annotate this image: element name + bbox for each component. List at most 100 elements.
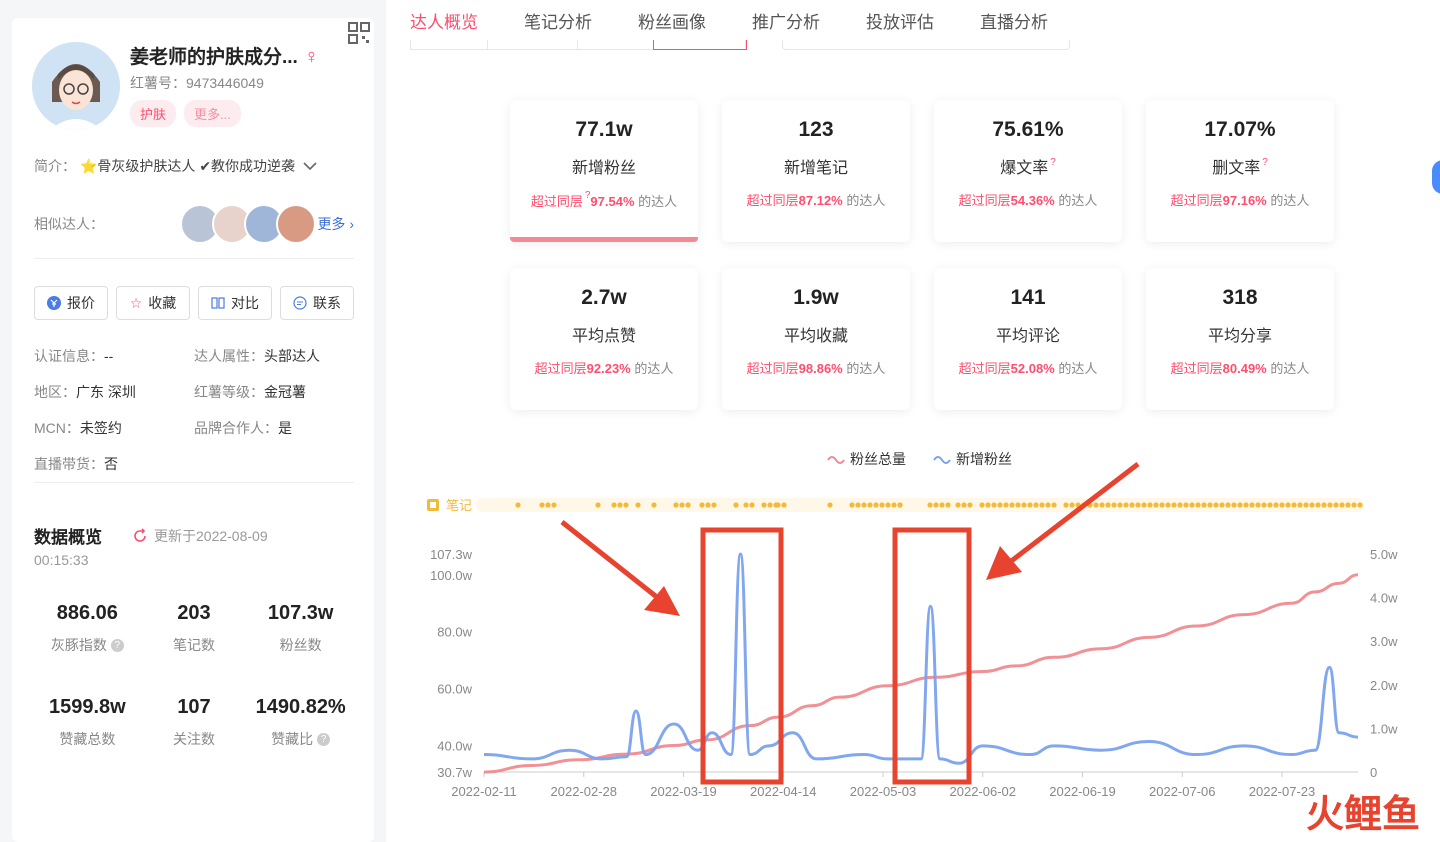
refresh-icon[interactable] <box>132 528 148 544</box>
chevron-down-icon[interactable] <box>299 159 321 173</box>
help-icon[interactable]: ? <box>317 733 331 746</box>
note-dot <box>1261 502 1267 508</box>
metric-card-delete-rate[interactable]: 17.07% 删文率? 超过同层97.16% 的达人 <box>1146 100 1334 242</box>
chat-icon <box>293 296 307 310</box>
note-dot <box>1123 502 1129 508</box>
note-dot <box>1117 502 1123 508</box>
profile-name: 姜老师的护肤成分... ♀ <box>130 46 319 68</box>
note-dot <box>1027 502 1033 508</box>
tag-more[interactable]: 更多... <box>184 100 241 127</box>
tab-live[interactable]: 直播分析 <box>980 8 1048 33</box>
help-icon[interactable]: ? <box>110 639 124 652</box>
legend-total-icon[interactable] <box>827 456 845 464</box>
note-dot <box>1333 502 1339 508</box>
note-dot <box>955 502 961 508</box>
metric-card-avg-comments[interactable]: 141 平均评论 超过同层52.08% 的达人 <box>934 268 1122 410</box>
note-dot <box>515 502 521 508</box>
period-selected[interactable] <box>653 40 747 50</box>
note-dot <box>897 502 903 508</box>
x-tick-label: 2022-03-19 <box>650 784 717 799</box>
x-tick-label: 2022-02-28 <box>551 784 618 799</box>
note-dot <box>1153 502 1159 508</box>
note-dot <box>617 502 623 508</box>
note-dot <box>1045 502 1051 508</box>
note-dot <box>1213 502 1219 508</box>
active-indicator <box>510 237 698 242</box>
note-dot <box>1039 502 1045 508</box>
notes-checkbox-mark <box>430 502 436 508</box>
note-dot <box>1093 502 1099 508</box>
compare-button[interactable]: 对比 <box>198 286 272 320</box>
note-dot <box>705 502 711 508</box>
help-icon[interactable]: ? <box>1050 157 1056 168</box>
notes-row: 笔记 <box>427 498 1364 513</box>
y-left-tick-label: 100.0w <box>430 568 473 583</box>
note-dot <box>551 502 557 508</box>
metric-card-new-notes[interactable]: 123 新增笔记 超过同层87.12% 的达人 <box>722 100 910 242</box>
note-dot <box>651 502 657 508</box>
note-dot <box>1309 502 1315 508</box>
note-dot <box>1225 502 1231 508</box>
legend-total-label[interactable]: 粉丝总量 <box>850 451 906 467</box>
note-dot <box>991 502 997 508</box>
stat-huitun-index: 886.06 灰豚指数? <box>34 602 141 655</box>
note-dot <box>867 502 873 508</box>
favorite-button[interactable]: ☆ 收藏 <box>116 286 190 320</box>
qrcode-icon[interactable] <box>348 22 370 44</box>
note-dot <box>1249 502 1255 508</box>
tab-overview[interactable]: 达人概览 <box>410 8 478 33</box>
arrow-line-1 <box>560 520 660 600</box>
side-float-button[interactable] <box>1432 160 1440 194</box>
note-dot <box>997 502 1003 508</box>
note-dot <box>1021 502 1027 508</box>
note-dot <box>1273 502 1279 508</box>
legend-new-icon[interactable] <box>933 456 951 464</box>
note-dot <box>711 502 717 508</box>
tag-skincare[interactable]: 护肤 <box>130 100 177 127</box>
metric-card-new-fans[interactable]: 77.1w 新增粉丝 超过同层 ?97.54% 的达人 <box>510 100 698 242</box>
metric-card-avg-collects[interactable]: 1.9w 平均收藏 超过同层98.86% 的达人 <box>722 268 910 410</box>
note-dot <box>1009 502 1015 508</box>
note-dot <box>679 502 685 508</box>
info-cert: 认证信息：-- <box>34 348 114 364</box>
avatar[interactable] <box>276 204 316 244</box>
note-dot <box>1195 502 1201 508</box>
date-range-picker[interactable] <box>782 40 1070 50</box>
period-selector[interactable] <box>410 40 747 50</box>
note-dot <box>1165 502 1171 508</box>
similar-avatars[interactable] <box>180 204 316 244</box>
tab-promotion[interactable]: 推广分析 <box>752 8 820 33</box>
y-right-tick-label: 0 <box>1370 765 1377 780</box>
note-dot <box>1207 502 1213 508</box>
updated-time: 00:15:33 <box>34 552 89 568</box>
note-dot <box>623 502 629 508</box>
stat-notes: 203 笔记数 <box>173 602 215 653</box>
note-dot <box>1015 502 1021 508</box>
help-icon[interactable]: ? <box>1262 157 1268 168</box>
stat-likes-total: 1599.8w 赞藏总数 <box>48 696 126 747</box>
fans-trend-chart[interactable]: 粉丝总量 新增粉丝 笔记 107.3w 100.0w 80.0w 60.0w 40.0w… <box>386 430 1440 842</box>
note-dot <box>1279 502 1285 508</box>
profile-info: 认证信息：-- 达人属性：头部达人 地区：广东 深圳 红薯等级：金冠薯 MCN：… <box>34 346 354 474</box>
stat-like-ratio: 1490.82% 赞藏比? <box>255 696 346 747</box>
metric-card-avg-shares[interactable]: 318 平均分享 超过同层80.49% 的达人 <box>1146 268 1334 410</box>
metric-card-viral-rate[interactable]: 75.61% 爆文率? 超过同层54.36% 的达人 <box>934 100 1122 242</box>
notes-label: 笔记 <box>446 498 472 513</box>
profile-panel: 姜老师的护肤成分... ♀ 红薯号：9473446049 护肤 更多... 简介：… <box>12 18 374 842</box>
legend-new-label[interactable]: 新增粉丝 <box>956 451 1012 467</box>
metric-card-avg-likes[interactable]: 2.7w 平均点赞 超过同层92.23% 的达人 <box>510 268 698 410</box>
series-new-fans-line <box>483 552 1359 765</box>
note-dot <box>1201 502 1207 508</box>
y-right-tick-label: 1.0w <box>1370 721 1398 736</box>
y-right-tick-label: 4.0w <box>1370 591 1398 606</box>
x-tick-label: 2022-07-06 <box>1149 784 1216 799</box>
quote-button[interactable]: 报价 <box>34 286 108 320</box>
x-tick-label: 2022-04-14 <box>750 784 817 799</box>
note-dot <box>1291 502 1297 508</box>
tab-notes[interactable]: 笔记分析 <box>524 8 592 33</box>
note-dot <box>1303 502 1309 508</box>
tab-fans[interactable]: 粉丝画像 <box>638 8 706 33</box>
tab-evaluation[interactable]: 投放评估 <box>866 8 934 33</box>
contact-button[interactable]: 联系 <box>280 286 354 320</box>
similar-more-link[interactable]: 更多 › <box>317 214 354 234</box>
